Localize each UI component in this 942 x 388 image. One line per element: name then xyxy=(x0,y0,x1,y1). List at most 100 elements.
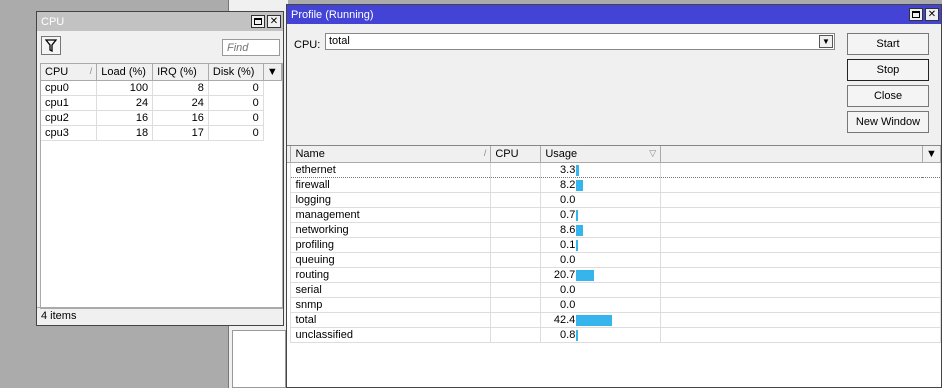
profile-table-header: Name / CPU Usage ▽ ▼ xyxy=(287,146,942,163)
table-row[interactable]: unclassified 0.8 xyxy=(287,327,941,343)
cell-name: total xyxy=(290,312,492,328)
table-row[interactable]: queuing 0.0 xyxy=(287,252,941,268)
cpu-window[interactable]: CPU ✕ CPU/ Load (%) IRQ (%) Disk (%) ▼ c… xyxy=(36,11,284,326)
table-row[interactable]: routing 20.7 xyxy=(287,267,941,283)
sort-icon: / xyxy=(89,65,93,76)
table-row[interactable]: cpu1 24 24 0 xyxy=(41,95,282,111)
usage-value: 8.2 xyxy=(560,178,576,191)
cell-usage: 0.7 xyxy=(540,207,662,223)
usage-value: 0.0 xyxy=(560,253,576,266)
cell-usage: 42.4 xyxy=(540,312,662,328)
usage-bar xyxy=(576,239,579,251)
cell-usage: 0.0 xyxy=(540,252,662,268)
cpu-select-value: total xyxy=(329,35,350,47)
col-irq[interactable]: IRQ (%) xyxy=(152,64,209,81)
col-load[interactable]: Load (%) xyxy=(96,64,154,81)
cell-cpu: cpu1 xyxy=(41,95,98,111)
cell-irq: 24 xyxy=(152,95,209,111)
cell-irq: 17 xyxy=(152,125,209,141)
close-icon[interactable]: ✕ xyxy=(267,15,281,28)
profile-table: Name / CPU Usage ▽ ▼ ethernet 3.3 firewall 8.… xyxy=(287,145,942,387)
table-row[interactable]: cpu0 100 8 0 xyxy=(41,80,282,96)
table-row[interactable]: networking 8.6 xyxy=(287,222,941,238)
cell-usage: 8.6 xyxy=(540,222,662,238)
maximize-icon[interactable] xyxy=(251,15,265,28)
cpu-select[interactable]: total ▼ xyxy=(325,33,835,50)
profile-window[interactable]: Profile (Running) ✕ CPU: total ▼ Start S… xyxy=(286,4,942,388)
stop-button[interactable]: Stop xyxy=(847,59,929,81)
col-usage[interactable]: Usage ▽ xyxy=(540,146,662,163)
usage-bar xyxy=(576,329,579,341)
usage-value: 42.4 xyxy=(553,313,576,326)
usage-bar xyxy=(576,164,580,176)
cell-cpu xyxy=(490,207,542,223)
cpu-window-titlebar[interactable]: CPU ✕ xyxy=(37,12,283,31)
cpu-table: CPU / Load (%) IRQ (%) Disk (%) ▼ cpu0 100… xyxy=(40,63,283,309)
usage-bar xyxy=(576,224,584,236)
cell-cpu xyxy=(490,161,542,178)
filter-icon[interactable] xyxy=(41,36,61,55)
dropdown-icon[interactable]: ▼ xyxy=(819,35,833,48)
col-cpu[interactable]: CPU xyxy=(490,146,542,163)
usage-value: 0.0 xyxy=(560,283,576,296)
usage-value: 20.7 xyxy=(553,268,576,281)
cpu-toolbar xyxy=(37,31,283,59)
cell-cpu xyxy=(490,237,542,253)
status-bar: 4 items xyxy=(37,307,283,325)
cell-irq: 8 xyxy=(152,80,209,96)
maximize-icon[interactable] xyxy=(909,8,923,21)
cell-usage: 0.8 xyxy=(540,327,662,343)
cell-usage: 0.0 xyxy=(540,282,662,298)
table-row[interactable]: logging 0.0 xyxy=(287,192,941,208)
start-button[interactable]: Start xyxy=(847,33,929,55)
usage-value: 8.6 xyxy=(560,223,576,236)
col-cpu[interactable]: CPU / xyxy=(41,64,98,81)
cell-load: 18 xyxy=(96,125,154,141)
usage-bar xyxy=(576,209,579,221)
sort-icon: / xyxy=(483,147,487,158)
table-row[interactable]: snmp 0.0 xyxy=(287,297,941,313)
cell-disk: 0 xyxy=(208,95,264,111)
cell-name: firewall xyxy=(290,177,492,193)
sort-desc-icon: ▽ xyxy=(649,147,657,158)
table-row[interactable]: management 0.7 xyxy=(287,207,941,223)
column-menu-icon[interactable]: ▼ xyxy=(263,64,283,81)
table-row[interactable]: total 42.4 xyxy=(287,312,941,328)
table-row[interactable]: ethernet 3.3 xyxy=(287,161,941,178)
usage-value: 0.0 xyxy=(560,193,576,206)
cell-name: unclassified xyxy=(290,327,492,343)
cell-name: routing xyxy=(290,267,492,283)
cell-cpu xyxy=(490,267,542,283)
usage-value: 0.8 xyxy=(560,328,576,341)
column-menu-icon[interactable]: ▼ xyxy=(922,146,942,163)
cpu-label: CPU: xyxy=(294,39,321,51)
cell-cpu xyxy=(490,297,542,313)
table-row[interactable]: cpu3 18 17 0 xyxy=(41,125,282,141)
cell-load: 16 xyxy=(96,110,154,126)
cell-disk: 0 xyxy=(208,80,264,96)
find-input[interactable] xyxy=(222,39,280,56)
table-row[interactable]: cpu2 16 16 0 xyxy=(41,110,282,126)
table-row[interactable]: firewall 8.2 xyxy=(287,177,941,193)
cell-name: networking xyxy=(290,222,492,238)
usage-bar xyxy=(576,314,613,326)
new-window-button[interactable]: New Window xyxy=(847,111,929,133)
cell-cpu xyxy=(490,282,542,298)
cell-usage: 0.0 xyxy=(540,192,662,208)
cell-name: serial xyxy=(290,282,492,298)
usage-value: 0.0 xyxy=(560,298,576,311)
table-row[interactable]: profiling 0.1 xyxy=(287,237,941,253)
close-button[interactable]: Close xyxy=(847,85,929,107)
cell-cpu xyxy=(490,252,542,268)
table-row[interactable]: serial 0.0 xyxy=(287,282,941,298)
col-name[interactable]: Name / xyxy=(290,146,492,163)
cell-irq: 16 xyxy=(152,110,209,126)
cell-usage: 3.3 xyxy=(540,161,662,178)
background-window-list xyxy=(232,330,286,388)
cell-cpu xyxy=(490,327,542,343)
profile-window-titlebar[interactable]: Profile (Running) ✕ xyxy=(287,5,941,24)
col-disk[interactable]: Disk (%) xyxy=(208,64,264,81)
close-icon[interactable]: ✕ xyxy=(925,8,939,21)
cell-name: profiling xyxy=(290,237,492,253)
cell-cpu xyxy=(490,192,542,208)
